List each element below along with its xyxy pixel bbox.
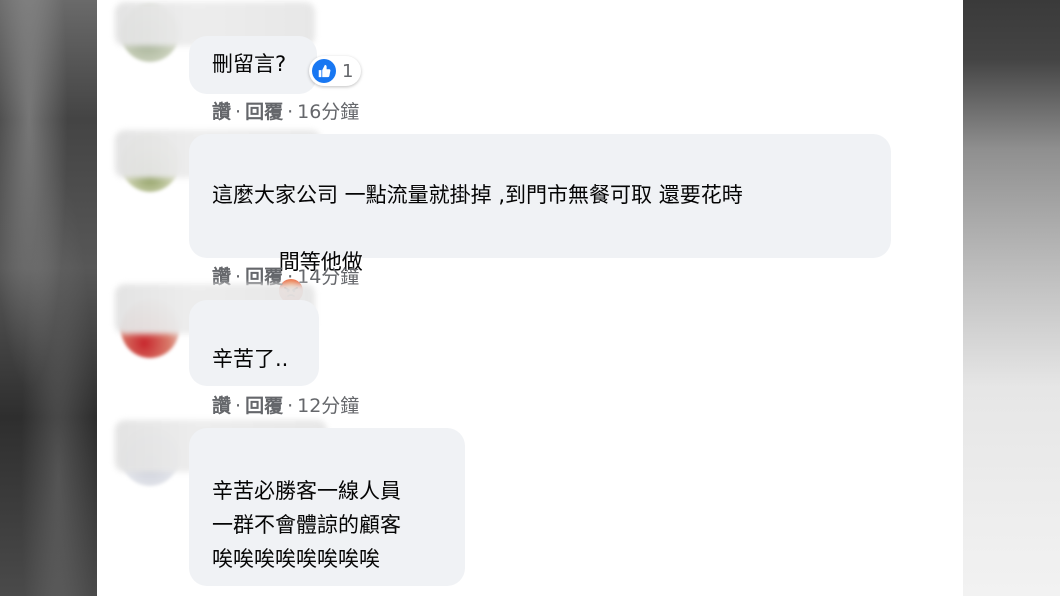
- timestamp[interactable]: 16分鐘: [297, 101, 359, 123]
- comment-text: 刪留言?: [212, 52, 287, 76]
- comment-actions: 讚 · 回覆 · 16分鐘: [212, 100, 359, 124]
- comment-bubble: 這麼大家公司 一點流量就掛掉 ,到門市無餐可取 還要花時 間等他做: [189, 134, 891, 303]
- screenshot-stage: 刪留言? 1 讚 · 回覆 · 16分鐘 這麼大家公司 一點流量就掛掉 ,到門市無餐可取…: [0, 0, 1060, 596]
- comment-bubble: 辛苦了..: [189, 300, 319, 386]
- comment-text: 辛苦了..: [212, 347, 289, 371]
- comment-text-line-1: 這麼大家公司 一點流量就掛掉 ,到門市無餐可取 還要花時: [212, 183, 743, 207]
- like-icon: [312, 59, 336, 83]
- comment-text: 辛苦必勝客一線人員 一群不會體諒的顧客 唉唉唉唉唉唉唉唉: [212, 479, 401, 571]
- timestamp[interactable]: 12分鐘: [297, 395, 359, 417]
- blurred-left-backdrop: [0, 0, 97, 596]
- reaction-badge[interactable]: 1: [309, 56, 362, 86]
- comment-bubble: 辛苦必勝客一線人員 一群不會體諒的顧客 唉唉唉唉唉唉唉唉: [189, 428, 465, 586]
- reaction-count: 1: [342, 60, 354, 82]
- separator-dot: ·: [287, 395, 294, 417]
- separator-dot: ·: [235, 101, 242, 123]
- comment-feed[interactable]: 刪留言? 1 讚 · 回覆 · 16分鐘 這麼大家公司 一點流量就掛掉 ,到門市無餐可取…: [97, 0, 963, 596]
- separator-dot: ·: [235, 395, 242, 417]
- reply-link[interactable]: 回覆: [245, 395, 283, 417]
- like-link[interactable]: 讚: [212, 395, 231, 417]
- comment-actions-cut-off: [212, 590, 382, 596]
- comment-bubble: 刪留言?: [189, 36, 317, 94]
- blurred-right-backdrop: [963, 0, 1060, 596]
- like-link[interactable]: 讚: [212, 101, 231, 123]
- comment-actions: 讚 · 回覆 · 12分鐘: [212, 394, 359, 418]
- separator-dot: ·: [287, 101, 294, 123]
- reply-link[interactable]: 回覆: [245, 101, 283, 123]
